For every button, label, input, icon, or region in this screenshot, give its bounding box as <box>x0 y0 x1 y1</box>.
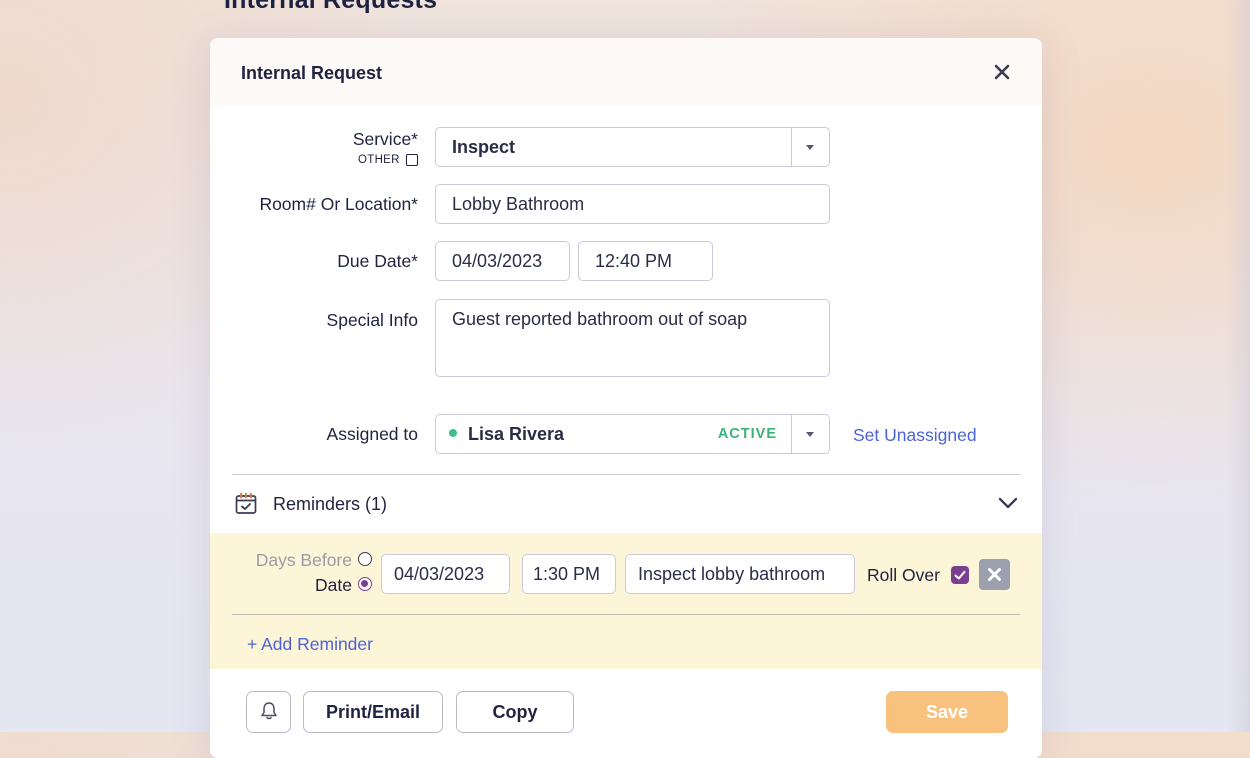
status-badge: ACTIVE <box>717 426 777 442</box>
due-time-input[interactable]: 12:40 PM <box>578 241 713 281</box>
internal-request-modal: Internal Request Service* OTHER Inspect … <box>210 38 1042 758</box>
reminder-time-input[interactable]: 1:30 PM <box>522 554 616 594</box>
dropdown-arrow-icon[interactable] <box>791 128 829 166</box>
other-toggle[interactable]: OTHER <box>358 154 418 166</box>
checkmark-icon <box>954 570 966 580</box>
date-option[interactable]: Date <box>315 575 372 596</box>
special-info-label: Special Info <box>326 310 418 330</box>
remove-reminder-button[interactable] <box>979 559 1010 590</box>
other-checkbox[interactable] <box>405 154 418 166</box>
add-reminder-link[interactable]: + Add Reminder <box>247 634 373 655</box>
other-label: OTHER <box>358 154 400 166</box>
assigned-label: Assigned to <box>326 424 418 444</box>
reminder-text-input[interactable]: Inspect lobby bathroom <box>625 554 855 594</box>
location-label: Room# Or Location* <box>259 194 418 214</box>
reminder-date-input[interactable]: 04/03/2023 <box>381 554 510 594</box>
divider <box>232 614 1020 615</box>
reminder-panel: Days Before Date 04/03/2023 1:30 PM Insp… <box>210 533 1042 669</box>
date-radio[interactable] <box>358 577 372 592</box>
status-dot <box>449 429 457 438</box>
reminders-title: Reminders (1) <box>273 494 388 514</box>
location-input[interactable]: Lobby Bathroom <box>435 184 830 224</box>
days-before-label: Days Before <box>255 550 352 570</box>
service-select[interactable]: Inspect <box>435 127 830 167</box>
divider <box>232 474 1020 475</box>
assignee-name: Lisa Rivera <box>468 424 565 444</box>
bell-icon <box>260 702 277 720</box>
assignee-select[interactable]: Lisa Rivera ACTIVE <box>435 414 830 454</box>
reminders-header[interactable]: Reminders (1) <box>234 492 1019 520</box>
due-date-input[interactable]: 04/03/2023 <box>435 241 570 281</box>
due-date-label: Due Date* <box>337 251 418 271</box>
chevron-down-icon[interactable] <box>998 496 1018 515</box>
copy-button[interactable]: Copy <box>456 691 574 733</box>
calendar-check-icon <box>234 492 258 521</box>
print-email-button[interactable]: Print/Email <box>303 691 443 733</box>
days-before-radio[interactable] <box>358 552 372 567</box>
background-shade <box>1226 0 1250 732</box>
modal-header: Internal Request <box>210 38 1042 104</box>
service-label: Service* <box>352 129 418 149</box>
rollover-label: Roll Over <box>867 565 940 585</box>
page-title: Internal Requests <box>224 0 438 14</box>
set-unassigned-link[interactable]: Set Unassigned <box>853 425 977 446</box>
save-button[interactable]: Save <box>886 691 1008 733</box>
close-icon[interactable] <box>992 62 1012 82</box>
notify-button[interactable] <box>246 691 291 733</box>
dropdown-arrow-icon[interactable] <box>791 415 829 453</box>
date-label: Date <box>315 575 352 595</box>
days-before-option[interactable]: Days Before <box>256 550 372 571</box>
special-info-textarea[interactable]: Guest reported bathroom out of soap <box>435 299 830 377</box>
rollover-checkbox[interactable] <box>951 566 969 584</box>
service-value: Inspect <box>452 137 516 157</box>
modal-title: Internal Request <box>241 63 383 83</box>
close-icon <box>988 568 1001 581</box>
